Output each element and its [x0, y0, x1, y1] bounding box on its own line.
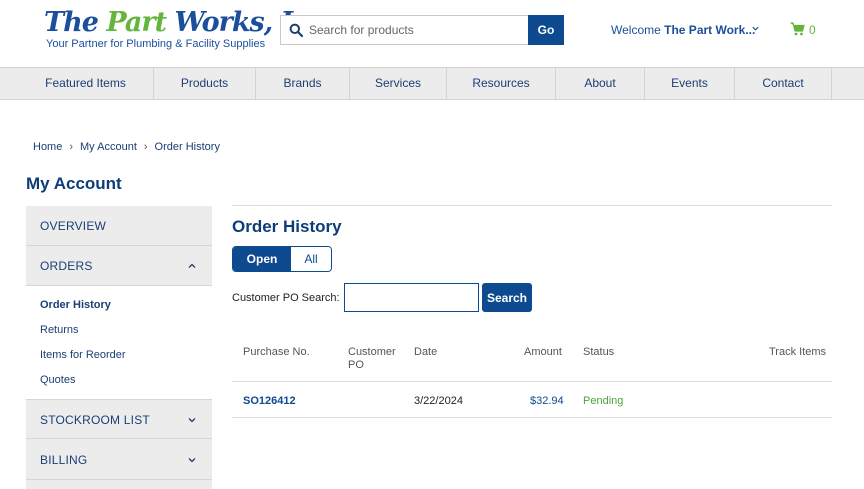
order-amount: $32.94 [530, 395, 564, 407]
welcome-user-name: The Part Work... [664, 23, 756, 37]
nav-about[interactable]: About [556, 68, 645, 99]
chevron-up-icon [188, 263, 196, 268]
cart-count[interactable]: 0 [809, 23, 816, 37]
sidebar-link-quotes[interactable]: Quotes [40, 374, 75, 386]
my-account-title: My Account [26, 174, 122, 193]
sidebar-link-items-for-reorder[interactable]: Items for Reorder [40, 349, 126, 361]
order-purchase-no-link[interactable]: SO126412 [243, 395, 296, 407]
chevron-down-icon [188, 458, 196, 463]
column-header-purchase-no: Purchase No. [243, 346, 310, 358]
divider [232, 205, 832, 206]
column-header-customer-po-line2: PO [348, 359, 364, 371]
product-search-box [280, 15, 529, 45]
breadcrumb-order-history[interactable]: Order History [155, 141, 220, 153]
breadcrumb: Home › My Account › Order History [33, 141, 220, 153]
order-history-title: Order History [232, 217, 342, 236]
order-status: Pending [583, 395, 624, 407]
search-icon [289, 23, 303, 37]
breadcrumb-home[interactable]: Home [33, 141, 62, 153]
po-search-button[interactable]: Search [482, 283, 532, 312]
main-nav: Featured Items Products Brands Services … [0, 67, 864, 100]
customer-po-search-label: Customer PO Search: [232, 292, 340, 304]
nav-services[interactable]: Services [350, 68, 447, 99]
sidebar-item-billing[interactable]: BILLING [26, 439, 212, 480]
column-header-customer-po: Customer PO [348, 346, 396, 372]
order-date: 3/22/2024 [414, 395, 463, 407]
nav-products[interactable]: Products [154, 68, 256, 99]
nav-brands[interactable]: Brands [256, 68, 350, 99]
chevron-down-icon[interactable] [751, 24, 760, 33]
column-header-amount: Amount [524, 346, 562, 358]
site-header: The Part Works, Inc. Your Partner for Pl… [0, 0, 864, 68]
sidebar-link-order-history[interactable]: Order History [40, 299, 111, 311]
welcome-menu[interactable]: Welcome The Part Work... [611, 23, 755, 37]
sidebar-item-overview[interactable]: OVERVIEW [26, 206, 212, 246]
chevron-down-icon [188, 418, 196, 423]
cart-icon[interactable] [790, 22, 805, 36]
nav-contact[interactable]: Contact [735, 68, 832, 99]
customer-po-search-input[interactable] [344, 283, 479, 312]
sidebar-item-next[interactable] [26, 480, 212, 489]
column-header-date: Date [414, 346, 438, 358]
breadcrumb-my-account[interactable]: My Account [80, 141, 137, 153]
nav-events[interactable]: Events [645, 68, 735, 99]
sidebar-item-label: STOCKROOM LIST [40, 413, 150, 427]
sidebar-item-orders[interactable]: ORDERS [26, 246, 212, 286]
sidebar-item-label: ORDERS [40, 259, 93, 273]
sidebar-item-label: BILLING [40, 453, 88, 467]
column-header-customer-po-line1: Customer [348, 346, 396, 358]
logo-tagline: Your Partner for Plumbing & Facility Sup… [46, 38, 266, 50]
table-divider [232, 381, 832, 382]
order-filter-toggle: Open All [232, 246, 332, 272]
sidebar-item-stockroom-list[interactable]: STOCKROOM LIST [26, 399, 212, 439]
filter-open-button[interactable]: Open [233, 247, 291, 271]
filter-all-button[interactable]: All [291, 247, 331, 271]
nav-featured-items[interactable]: Featured Items [18, 68, 154, 99]
breadcrumb-separator: › [143, 141, 148, 153]
go-button[interactable]: Go [528, 15, 564, 45]
table-divider [232, 417, 832, 418]
logo[interactable]: The Part Works, Inc. Your Partner for Pl… [44, 7, 336, 53]
sidebar-item-label: OVERVIEW [40, 219, 107, 233]
sidebar-link-returns[interactable]: Returns [40, 324, 79, 336]
nav-resources[interactable]: Resources [447, 68, 556, 99]
column-header-track-items: Track Items [769, 346, 827, 358]
breadcrumb-separator: › [69, 141, 74, 153]
product-search-input[interactable] [309, 16, 524, 44]
column-header-status: Status [583, 346, 615, 358]
